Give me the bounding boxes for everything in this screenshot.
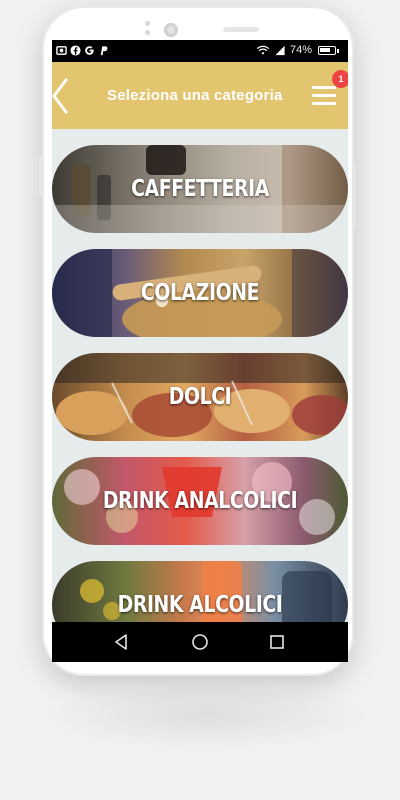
category-list: CAFFETTERIA COLAZIONE DOLCI DRINK ANALCO… xyxy=(52,129,348,622)
phone-screen: 74% Seleziona una categoria 1 CAFFETTERI… xyxy=(52,40,348,662)
category-label: COLAZIONE xyxy=(140,280,260,306)
sensor xyxy=(145,30,150,35)
category-label: DRINK ALCOLICI xyxy=(117,592,283,618)
notification-icon xyxy=(56,46,67,55)
category-card-dolci[interactable]: DOLCI xyxy=(52,353,348,441)
page-title: Seleziona una categoria xyxy=(107,87,283,104)
google-icon xyxy=(85,46,94,55)
paypal-icon xyxy=(100,46,108,56)
category-card-drink-analcolici[interactable]: DRINK ANALCOLICI xyxy=(52,457,348,545)
wifi-icon xyxy=(256,45,270,55)
phone-shadow xyxy=(40,680,370,750)
signal-icon xyxy=(275,45,285,56)
category-label: CAFFETTERIA xyxy=(131,176,269,202)
battery-icon xyxy=(318,46,339,55)
sensor xyxy=(145,21,150,26)
hamburger-menu-icon xyxy=(312,94,336,97)
square-recents-icon xyxy=(270,635,284,649)
power-button xyxy=(352,166,356,226)
back-button[interactable] xyxy=(52,76,74,116)
category-card-colazione[interactable]: COLAZIONE xyxy=(52,249,348,337)
circle-home-icon xyxy=(192,634,208,650)
menu-button[interactable] xyxy=(310,82,338,110)
battery-percentage: 74% xyxy=(290,44,313,56)
nav-home-button[interactable] xyxy=(191,633,209,651)
notification-badge: 1 xyxy=(332,70,348,88)
chevron-left-icon xyxy=(52,78,68,114)
category-card-caffetteria[interactable]: CAFFETTERIA xyxy=(52,145,348,233)
front-camera xyxy=(164,23,178,37)
nav-recents-button[interactable] xyxy=(269,633,285,651)
nav-back-button[interactable] xyxy=(113,633,129,651)
category-card-drink-alcolici[interactable]: DRINK ALCOLICI xyxy=(52,561,348,622)
category-label: DRINK ANALCOLICI xyxy=(102,488,298,514)
category-label: DOLCI xyxy=(168,384,232,410)
app-header: Seleziona una categoria 1 xyxy=(52,62,348,129)
volume-button xyxy=(39,156,43,196)
battery-level xyxy=(320,48,330,52)
facebook-icon xyxy=(70,45,81,56)
hamburger-menu-icon xyxy=(312,86,336,89)
earpiece-speaker xyxy=(223,27,259,32)
triangle-back-icon xyxy=(115,634,127,650)
navigation-bar xyxy=(52,622,348,662)
status-bar: 74% xyxy=(52,40,348,62)
hamburger-menu-icon xyxy=(312,102,336,105)
